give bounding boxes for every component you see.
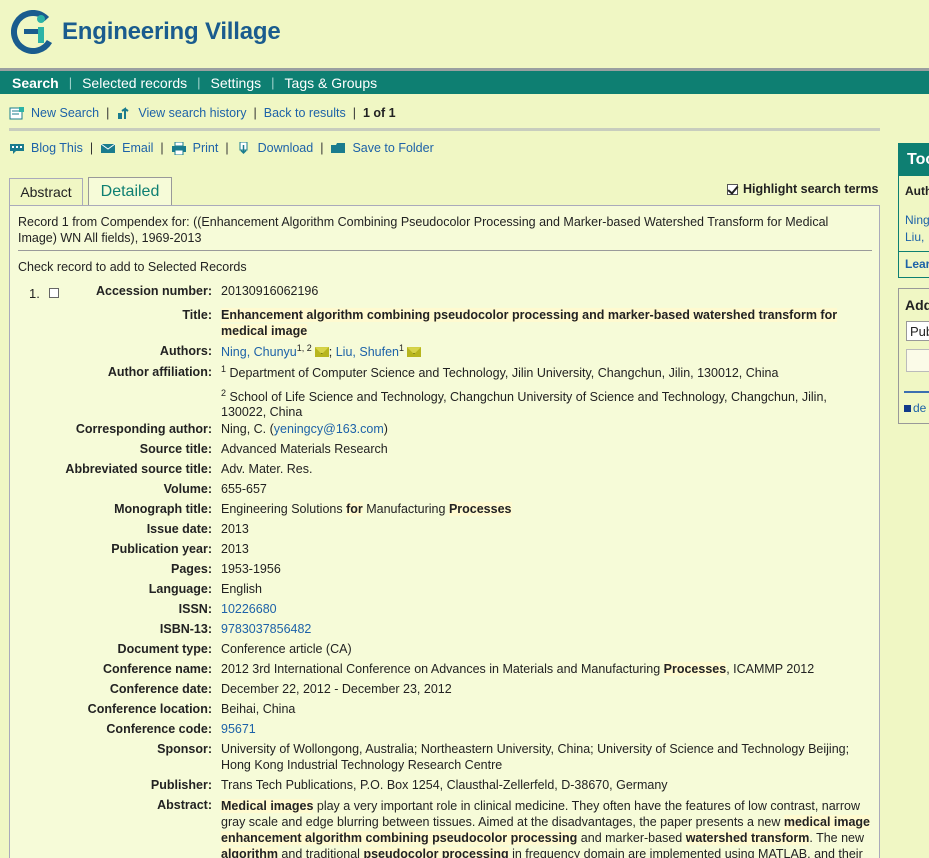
highlight-search-terms[interactable]: Highlight search terms xyxy=(727,182,878,196)
email-icon xyxy=(100,143,116,153)
record-source-note: Record 1 from Compendex for: ((Enhanceme… xyxy=(18,215,829,245)
corresponding-email-link[interactable]: yeningcy@163.com xyxy=(274,422,384,436)
author-link-liu[interactable]: Liu, Shufen xyxy=(336,345,399,359)
tag-input[interactable] xyxy=(906,349,929,372)
email-link[interactable]: Email xyxy=(100,141,153,155)
side-author-link-2[interactable]: Liu, xyxy=(905,229,929,246)
nav-settings[interactable]: Settings xyxy=(205,75,268,91)
tools-panel: Too Auth Ning Liu, Lear xyxy=(898,143,929,278)
add-tag-title: Add xyxy=(905,297,929,313)
print-icon xyxy=(171,141,186,155)
email-author-icon[interactable] xyxy=(314,347,329,358)
blog-this-link[interactable]: Blog This xyxy=(9,141,83,155)
blog-icon xyxy=(10,143,24,154)
toolbar-divider xyxy=(9,128,880,131)
tag-link[interactable]: de xyxy=(904,401,926,415)
folder-icon xyxy=(331,142,346,153)
isbn-link[interactable]: 9783037856482 xyxy=(221,622,311,636)
side-author-link-1[interactable]: Ning xyxy=(905,212,929,229)
new-search-icon xyxy=(9,106,24,119)
add-tag-panel: Add Pub de xyxy=(898,288,929,424)
download-link[interactable]: Download xyxy=(236,141,313,155)
new-search-link[interactable]: New Search xyxy=(9,106,99,120)
download-icon xyxy=(239,141,248,154)
record-select-checkbox[interactable] xyxy=(49,288,59,298)
record-count: 1 of 1 xyxy=(362,106,396,120)
results-toolbar: New Search | View search history | Back … xyxy=(9,106,396,120)
email-author-icon[interactable] xyxy=(407,347,421,358)
record-panel: Record 1 from Compendex for: ((Enhanceme… xyxy=(9,205,880,858)
save-to-folder-link[interactable]: Save to Folder xyxy=(330,141,434,155)
view-search-history-link[interactable]: View search history xyxy=(116,106,247,120)
history-icon xyxy=(118,106,129,119)
nav-search[interactable]: Search xyxy=(12,75,65,91)
issn-link[interactable]: 10226680 xyxy=(221,602,277,616)
record-actions-toolbar: Blog This | Email | Print | Download | S… xyxy=(9,141,434,155)
ei-logo-icon[interactable] xyxy=(11,10,55,54)
tools-panel-title: Too xyxy=(899,144,929,176)
conf-code-link[interactable]: 95671 xyxy=(221,722,256,736)
author-tools-label: Auth xyxy=(905,184,929,198)
tag-scope-select[interactable]: Pub xyxy=(906,321,929,341)
tab-detailed[interactable]: Detailed xyxy=(88,177,172,206)
tab-abstract[interactable]: Abstract xyxy=(9,178,83,205)
learn-more-link[interactable]: Lear xyxy=(905,257,929,271)
check-record-note: Check record to add to Selected Records xyxy=(18,260,247,274)
tag-bullet-icon xyxy=(904,405,911,412)
main-nav: Search | Selected records | Settings | T… xyxy=(0,71,929,94)
nav-selected-records[interactable]: Selected records xyxy=(76,75,193,91)
nav-tags-groups[interactable]: Tags & Groups xyxy=(279,75,384,91)
record-number: 1. xyxy=(29,286,40,301)
author-link-ning[interactable]: Ning, Chunyu xyxy=(221,345,297,359)
back-to-results-link[interactable]: Back to results xyxy=(264,106,346,120)
highlight-checkbox[interactable] xyxy=(727,183,738,195)
app-logo-text[interactable]: Engineering Village xyxy=(62,18,281,46)
print-link[interactable]: Print xyxy=(171,141,218,155)
header: Engineering Village xyxy=(0,0,929,68)
record-title: Enhancement algorithm combining pseudoco… xyxy=(221,308,838,338)
